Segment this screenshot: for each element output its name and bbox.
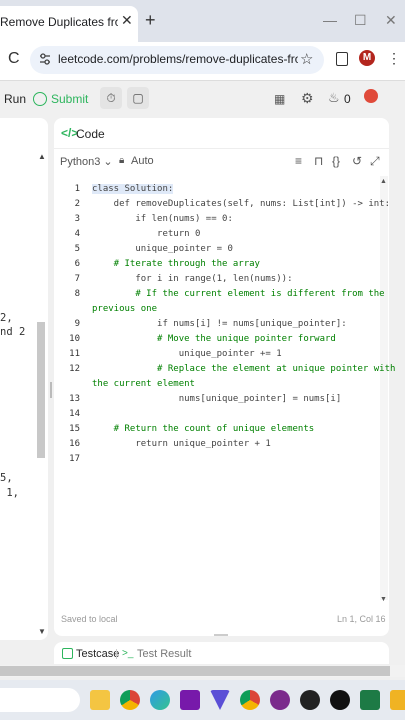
new-tab-button[interactable]: + [145, 10, 156, 31]
tab-test-result[interactable]: Test Result [137, 648, 191, 660]
maximize-icon[interactable]: ☐ [354, 12, 367, 29]
code-line[interactable]: # Replace the element at unique pointer … [92, 364, 395, 374]
chrome-profile-icon[interactable] [240, 690, 260, 710]
code-line[interactable]: nums[unique_pointer] = nums[i] [92, 394, 342, 404]
lock-icon: 🔒︎ [119, 155, 125, 166]
onenote-icon[interactable] [180, 690, 200, 710]
code-line[interactable]: if len(nums) == 0: [92, 214, 233, 224]
app-icon-2[interactable] [390, 690, 405, 710]
line-number: 1 [74, 184, 80, 194]
line-number: 3 [74, 214, 80, 224]
line-number: 7 [74, 274, 80, 284]
description-fragment: nd 2 [0, 326, 26, 338]
line-number: 15 [69, 424, 80, 434]
code-line[interactable]: for i in range(1, len(nums)): [92, 274, 292, 284]
description-fragment: 5, [0, 472, 13, 484]
description-fragment: 1, [0, 487, 19, 499]
tab-divider [116, 649, 117, 659]
taskbar-search[interactable] [0, 688, 80, 712]
line-number: 2 [74, 199, 80, 209]
braces-icon[interactable]: {} [332, 154, 340, 168]
code-line-wrap[interactable]: the current element [92, 379, 195, 389]
editor-scroll-up-icon[interactable]: ▲ [380, 178, 387, 185]
reload-icon[interactable]: C [8, 50, 20, 68]
code-panel-title: Code [76, 127, 105, 141]
fullscreen-icon[interactable]: ⤢ [370, 154, 380, 169]
code-line[interactable]: return unique_pointer + 1 [92, 439, 270, 449]
run-button[interactable]: Run [0, 88, 30, 110]
bookmark-icon[interactable]: ⊓ [314, 154, 323, 168]
description-scrollbar[interactable] [37, 322, 45, 458]
url-text[interactable]: leetcode.com/problems/remove-duplicates-… [58, 52, 298, 66]
format-icon[interactable]: ≡ [295, 154, 302, 168]
terminal-icon: >_ [122, 648, 134, 659]
profile-avatar[interactable]: M [359, 50, 375, 66]
reset-icon[interactable]: ↺ [352, 154, 362, 168]
app-icon[interactable] [300, 690, 320, 710]
excel-icon[interactable] [360, 690, 380, 710]
line-number: 16 [69, 439, 80, 449]
timer-icon[interactable]: ⏱ [100, 87, 122, 109]
notes-icon[interactable]: ▢ [127, 87, 149, 109]
minimize-icon[interactable]: — [323, 12, 337, 28]
tab-title[interactable]: Remove Duplicates from Sorted [0, 15, 118, 29]
line-number: 13 [69, 394, 80, 404]
code-line[interactable]: unique_pointer += 1 [92, 349, 282, 359]
line-number: 4 [74, 229, 80, 239]
checkbox-icon [62, 648, 73, 659]
gear-icon[interactable]: ⚙ [301, 90, 314, 107]
language-value: Python3 [60, 156, 101, 168]
openai-icon[interactable] [330, 690, 350, 710]
cursor-position: Ln 1, Col 16 [337, 614, 386, 624]
code-line[interactable]: class Solution: [92, 184, 174, 194]
side-panel-icon[interactable] [336, 52, 348, 66]
line-number: 9 [74, 319, 80, 329]
close-window-icon[interactable]: ✕ [385, 12, 397, 29]
streak-count: 0 [344, 92, 351, 106]
horizontal-scrollbar-thumb[interactable] [0, 666, 390, 676]
line-number: 14 [69, 409, 80, 419]
line-number: 6 [74, 259, 80, 269]
line-number: 10 [69, 334, 80, 344]
code-line[interactable]: # Iterate through the array [92, 259, 260, 269]
code-line[interactable]: # Return the count of unique elements [92, 424, 315, 434]
tab-testcase[interactable]: Testcase [76, 648, 119, 660]
layout-icon[interactable]: ▦ [274, 92, 285, 106]
code-line[interactable]: if nums[i] != nums[unique_pointer]: [92, 319, 347, 329]
code-line[interactable]: return 0 [92, 229, 200, 239]
tab-close-icon[interactable]: ✕ [121, 12, 133, 29]
browser-menu-icon[interactable]: ⋮ [387, 50, 401, 67]
panel-resize-handle[interactable] [50, 382, 52, 398]
scroll-up-icon[interactable]: ▲ [38, 152, 46, 161]
line-number: 11 [69, 349, 80, 359]
line-number: 8 [74, 289, 80, 299]
submit-label: Submit [51, 92, 89, 106]
upload-cloud-icon [33, 92, 47, 106]
language-select[interactable]: Python3 ⌄ [60, 155, 113, 168]
line-number: 5 [74, 244, 80, 254]
site-settings-icon[interactable] [39, 52, 51, 66]
streak-fire-icon[interactable]: ♨ [328, 90, 340, 106]
panel-resize-handle[interactable] [214, 634, 228, 636]
github-icon[interactable] [270, 690, 290, 710]
code-line-wrap[interactable]: previous one [92, 304, 157, 314]
editor-scroll-down-icon[interactable]: ▼ [380, 596, 387, 603]
line-number: 12 [69, 364, 80, 374]
submit-button[interactable]: Submit [33, 88, 88, 110]
code-line[interactable]: unique_pointer = 0 [92, 244, 233, 254]
editor-scrollbar[interactable] [380, 176, 388, 600]
edge-icon[interactable] [150, 690, 170, 710]
code-line[interactable]: def removeDuplicates(self, nums: List[in… [92, 199, 390, 209]
chrome-icon[interactable] [120, 690, 140, 710]
code-line[interactable]: # Move the unique pointer forward [92, 334, 336, 344]
description-fragment: 2, [0, 312, 13, 324]
bookmark-star-icon[interactable]: ☆ [300, 50, 313, 68]
line-number: 17 [69, 454, 80, 464]
user-avatar[interactable] [364, 89, 378, 103]
code-line[interactable]: # If the current element is different fr… [92, 289, 384, 299]
file-explorer-icon[interactable] [90, 690, 110, 710]
autocomplete-toggle[interactable]: Auto [131, 155, 154, 167]
scroll-down-icon[interactable]: ▼ [38, 627, 46, 636]
saved-status: Saved to local [61, 614, 118, 624]
